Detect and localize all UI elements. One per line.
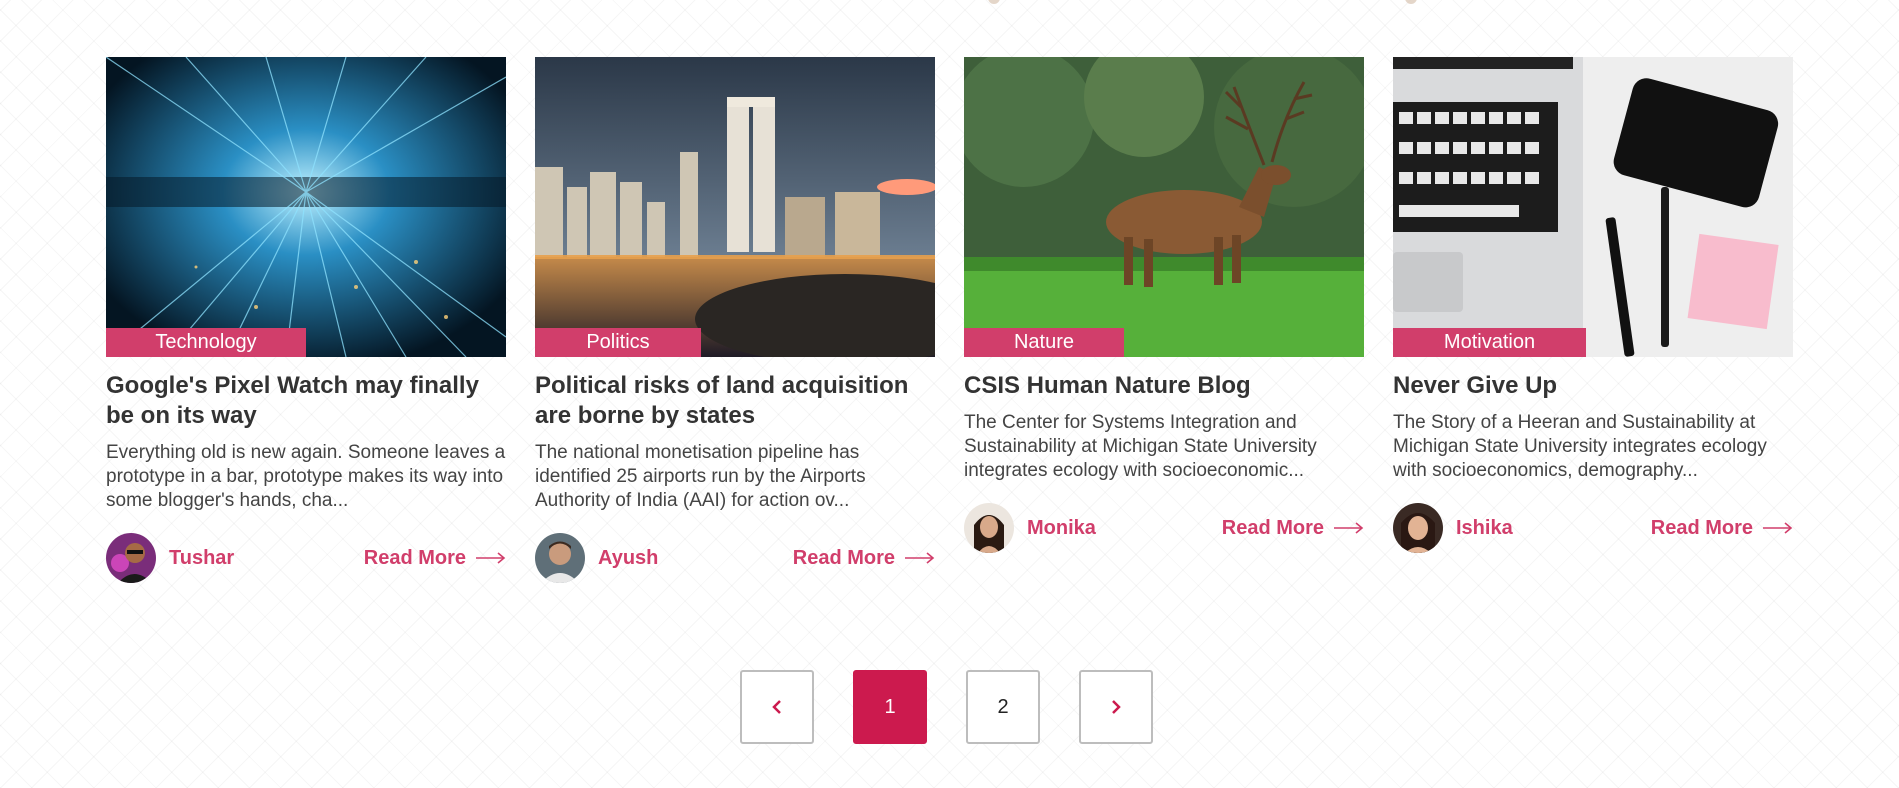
post-title[interactable]: Political risks of land acquisition are …: [535, 371, 935, 431]
pagination: 1 2: [740, 670, 1153, 744]
author-name[interactable]: Ayush: [598, 547, 658, 570]
desk-laptop-image: [1393, 57, 1793, 357]
avatar-image: [535, 533, 585, 583]
read-more-label: Read More: [1221, 516, 1324, 539]
page-1-button[interactable]: 1: [853, 670, 927, 744]
author-name[interactable]: Tushar: [169, 547, 234, 570]
read-more-label: Read More: [1650, 516, 1753, 539]
author-avatar[interactable]: [1393, 503, 1443, 553]
post-card[interactable]: Technology Google's Pixel Watch may fina…: [106, 57, 506, 583]
read-more-link[interactable]: Read More: [364, 547, 506, 570]
read-more-link[interactable]: Read More: [1651, 517, 1793, 540]
category-badge[interactable]: Nature: [964, 328, 1124, 357]
previous-row-avatar: [988, 0, 1000, 4]
category-badge[interactable]: Technology: [106, 328, 306, 357]
blog-post-grid: Technology Google's Pixel Watch may fina…: [106, 57, 1793, 583]
post-meta: Monika Read More: [964, 503, 1364, 553]
post-thumbnail-technology[interactable]: Technology: [106, 57, 506, 357]
page-2-button[interactable]: 2: [966, 670, 1040, 744]
arrow-right-icon: [1334, 522, 1364, 534]
post-meta: Tushar Read More: [106, 533, 506, 583]
post-excerpt: The national monetisation pipeline has i…: [535, 442, 866, 511]
chevron-left-icon: [772, 700, 781, 714]
deer-image: [964, 57, 1364, 357]
post-title[interactable]: Never Give Up: [1393, 371, 1793, 401]
post-title[interactable]: CSIS Human Nature Blog: [964, 371, 1364, 401]
chevron-right-icon: [1112, 700, 1121, 714]
author-name[interactable]: Ishika: [1456, 517, 1513, 540]
read-more-label: Read More: [363, 546, 466, 569]
arrow-right-icon: [905, 552, 935, 564]
avatar-image: [106, 533, 156, 583]
post-excerpt: The Story of a Heeran and Sustainability…: [1393, 412, 1767, 481]
category-badge[interactable]: Motivation: [1393, 328, 1586, 357]
post-thumbnail-motivation[interactable]: Motivation: [1393, 57, 1793, 357]
prev-page-button[interactable]: [740, 670, 814, 744]
post-title[interactable]: Google's Pixel Watch may finally be on i…: [106, 371, 506, 431]
post-meta: Ayush Read More: [535, 533, 935, 583]
post-excerpt: Everything old is new again. Someone lea…: [106, 442, 506, 511]
next-page-button[interactable]: [1079, 670, 1153, 744]
read-more-link[interactable]: Read More: [793, 547, 935, 570]
previous-row-avatar: [1405, 0, 1417, 4]
avatar-image: [1393, 503, 1443, 553]
post-thumbnail-politics[interactable]: Politics: [535, 57, 935, 357]
post-thumbnail-nature[interactable]: Nature: [964, 57, 1364, 357]
arrow-right-icon: [476, 552, 506, 564]
post-excerpt: The Center for Systems Integration and S…: [964, 412, 1317, 481]
author-avatar[interactable]: [964, 503, 1014, 553]
avatar-image: [964, 503, 1014, 553]
author-name[interactable]: Monika: [1027, 517, 1096, 540]
post-card[interactable]: Nature CSIS Human Nature Blog The Center…: [964, 57, 1364, 583]
city-skyline-image: [535, 57, 935, 357]
read-more-link[interactable]: Read More: [1222, 517, 1364, 540]
author-avatar[interactable]: [106, 533, 156, 583]
post-card[interactable]: Motivation Never Give Up The Story of a …: [1393, 57, 1793, 583]
read-more-label: Read More: [792, 546, 895, 569]
post-meta: Ishika Read More: [1393, 503, 1793, 553]
author-avatar[interactable]: [535, 533, 585, 583]
post-card[interactable]: Politics Political risks of land acquisi…: [535, 57, 935, 583]
arrow-right-icon: [1763, 522, 1793, 534]
category-badge[interactable]: Politics: [535, 328, 701, 357]
tech-circuit-image: [106, 57, 506, 357]
